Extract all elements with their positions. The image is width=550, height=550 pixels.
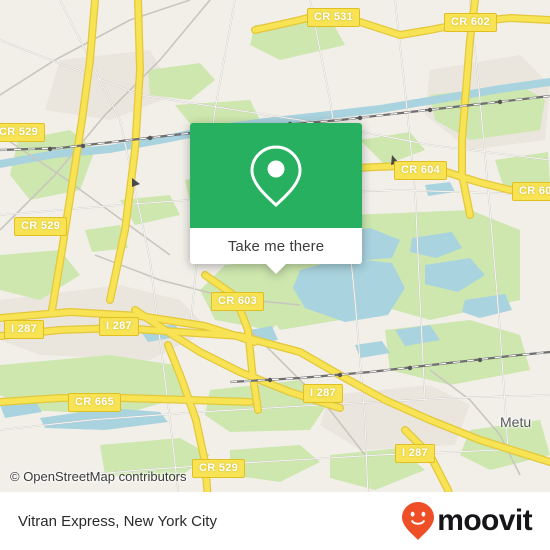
popup-pointer-arrow bbox=[265, 263, 287, 274]
road-shield: CR 529 bbox=[192, 459, 246, 478]
road-shield: CR 529 bbox=[0, 123, 46, 142]
map-screenshot: CR 531 CR 602 CR 529 CR 604 CR 604 CR 52… bbox=[0, 0, 550, 550]
road-shield: CR 529 bbox=[14, 217, 68, 236]
road-shield: CR 602 bbox=[444, 13, 498, 32]
take-me-there-popup[interactable]: Take me there bbox=[190, 123, 362, 274]
road-shield: CR 603 bbox=[211, 292, 265, 311]
road-shield: I 287 bbox=[99, 317, 139, 336]
location-title: Vitran Express, New York City bbox=[18, 512, 217, 530]
road-shield: I 287 bbox=[303, 384, 343, 403]
road-shield: CR 531 bbox=[307, 8, 361, 27]
moovit-logo[interactable]: moovit bbox=[401, 501, 533, 541]
popup-image-area bbox=[190, 123, 362, 228]
moovit-pin-smiley-icon bbox=[402, 502, 435, 540]
road-shield: I 287 bbox=[4, 320, 44, 339]
popup-action-bar[interactable]: Take me there bbox=[190, 228, 362, 274]
road-shield: CR 604 bbox=[394, 161, 448, 180]
footer-bar: Vitran Express, New York City moovit bbox=[0, 492, 550, 550]
road-shield: I 287 bbox=[395, 444, 435, 463]
map-canvas[interactable]: CR 531 CR 602 CR 529 CR 604 CR 604 CR 52… bbox=[0, 0, 550, 550]
road-shield: CR 665 bbox=[68, 393, 122, 412]
place-label-metuchen: Metu bbox=[500, 414, 532, 430]
map-vector-layer bbox=[0, 0, 550, 550]
take-me-there-label: Take me there bbox=[227, 237, 325, 255]
map-pin-icon bbox=[250, 144, 302, 207]
osm-attribution[interactable]: © OpenStreetMap contributors bbox=[10, 469, 187, 484]
road-shield: CR 604 bbox=[512, 182, 550, 201]
moovit-wordmark: moovit bbox=[437, 504, 532, 537]
